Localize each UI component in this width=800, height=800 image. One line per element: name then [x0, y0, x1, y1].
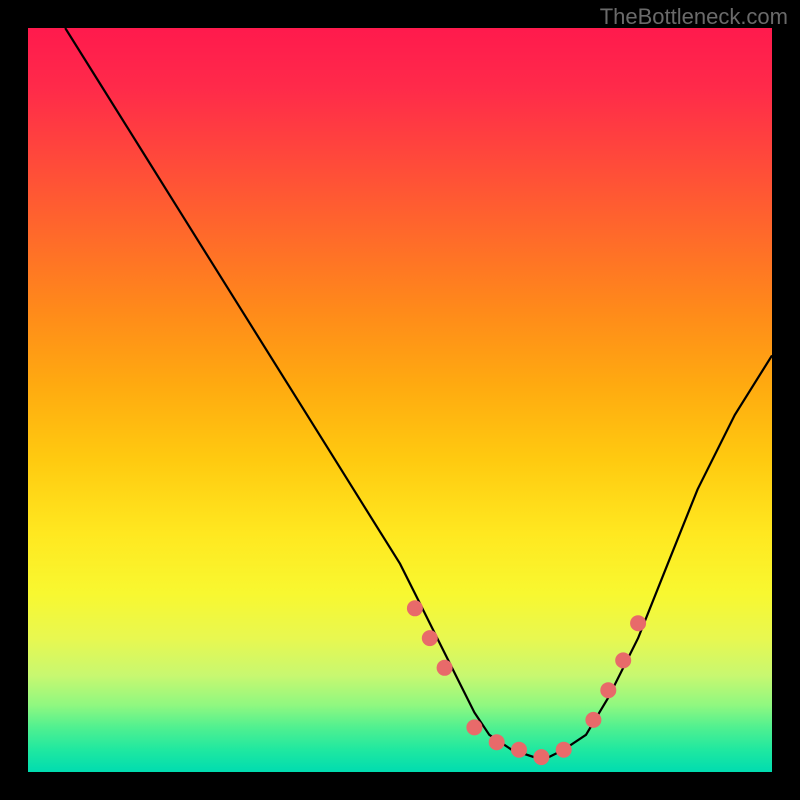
- marker-dot: [556, 742, 572, 758]
- marker-dot: [466, 719, 482, 735]
- watermark-text: TheBottleneck.com: [600, 4, 788, 30]
- marker-dot: [511, 742, 527, 758]
- marker-dot: [585, 712, 601, 728]
- marker-dot: [407, 600, 423, 616]
- marker-dot: [533, 749, 549, 765]
- marker-dot: [600, 682, 616, 698]
- chart-svg: [28, 28, 772, 772]
- marker-dot: [630, 615, 646, 631]
- marker-dot: [489, 734, 505, 750]
- plot-area: [28, 28, 772, 772]
- marker-dots: [407, 600, 646, 765]
- marker-dot: [422, 630, 438, 646]
- bottleneck-curve: [65, 28, 772, 757]
- marker-dot: [437, 660, 453, 676]
- marker-dot: [615, 652, 631, 668]
